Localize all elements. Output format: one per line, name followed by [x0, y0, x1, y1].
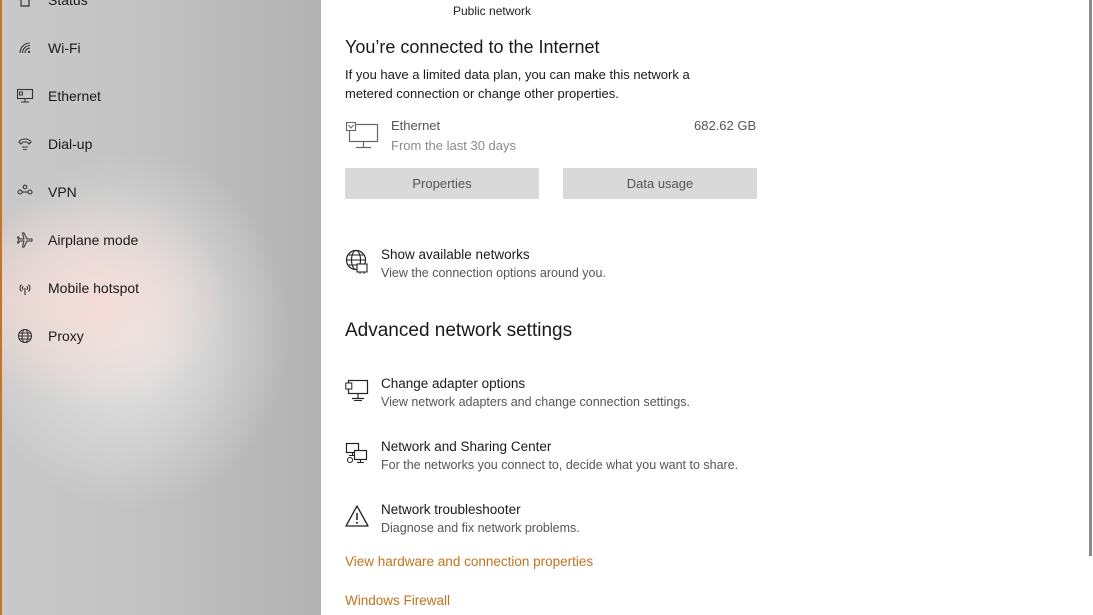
sidebar-item-label: Ethernet — [48, 88, 101, 104]
sidebar-item-airplane[interactable]: Airplane mode — [2, 220, 321, 260]
sidebar-item-wifi[interactable]: Wi-Fi — [2, 28, 321, 68]
data-usage-button[interactable]: Data usage — [563, 168, 757, 199]
view-hardware-properties-link[interactable]: View hardware and connection properties — [345, 554, 593, 569]
wifi-icon — [16, 39, 34, 57]
network-sharing-center-link[interactable]: Network and Sharing Center For the netwo… — [345, 439, 845, 483]
sidebar-item-dialup[interactable]: Dial-up — [2, 124, 321, 164]
change-adapter-options-link[interactable]: Change adapter options View network adap… — [345, 376, 845, 420]
sidebar-item-label: Proxy — [48, 328, 84, 344]
scrollbar-thumb[interactable] — [1089, 0, 1092, 556]
usage-period: From the last 30 days — [391, 138, 516, 153]
adapter-icon — [345, 378, 369, 402]
change-adapter-options-title: Change adapter options — [381, 376, 526, 391]
ethernet-icon — [16, 87, 34, 105]
globe-network-icon — [345, 249, 369, 274]
sidebar-item-label: Wi-Fi — [48, 40, 81, 56]
warning-icon — [345, 504, 369, 528]
sidebar-item-label: Status — [48, 0, 88, 8]
network-troubleshooter-title: Network troubleshooter — [381, 502, 521, 517]
sidebar-item-label: Mobile hotspot — [48, 280, 140, 296]
network-troubleshooter-link[interactable]: Network troubleshooter Diagnose and fix … — [345, 502, 845, 546]
usage-amount: 682.62 GB — [694, 118, 757, 133]
sidebar-item-label: VPN — [48, 184, 77, 200]
sidebar-item-mobile-hotspot[interactable]: Mobile hotspot — [2, 268, 321, 308]
network-type-label: Public network — [453, 4, 532, 18]
properties-button[interactable]: Properties — [345, 168, 539, 199]
advanced-settings-heading: Advanced network settings — [345, 320, 573, 341]
change-adapter-options-desc: View network adapters and change connect… — [381, 395, 690, 409]
vertical-scrollbar[interactable] — [1088, 0, 1093, 615]
show-available-networks-link[interactable]: Show available networks View the connect… — [345, 247, 845, 291]
sidebar: Status Wi-Fi Ethernet Dial-up VPN Airpla… — [2, 0, 321, 615]
sidebar-item-label: Airplane mode — [48, 232, 139, 248]
dialup-icon — [16, 135, 34, 153]
network-sharing-center-title: Network and Sharing Center — [381, 439, 552, 454]
home-status-icon — [16, 0, 34, 9]
main-content: Public network You’re connected to the I… — [321, 0, 1088, 615]
network-troubleshooter-desc: Diagnose and fix network problems. — [381, 521, 580, 535]
hotspot-icon — [16, 279, 34, 297]
sidebar-item-ethernet[interactable]: Ethernet — [2, 76, 321, 116]
sidebar-item-label: Dial-up — [48, 136, 93, 152]
connection-status-description: If you have a limited data plan, you can… — [345, 67, 690, 101]
sidebar-item-proxy[interactable]: Proxy — [2, 316, 321, 356]
connection-status-heading: You’re connected to the Internet — [345, 37, 600, 57]
windows-firewall-link[interactable]: Windows Firewall — [345, 593, 450, 608]
ethernet-usage-icon — [345, 121, 379, 151]
sidebar-item-vpn[interactable]: VPN — [2, 172, 321, 212]
vpn-icon — [16, 183, 34, 201]
usage-connection-name: Ethernet — [391, 118, 441, 133]
globe-icon — [16, 327, 34, 345]
network-sharing-center-desc: For the networks you connect to, decide … — [381, 458, 739, 472]
sidebar-item-status[interactable]: Status — [2, 0, 321, 20]
show-available-networks-desc: View the connection options around you. — [381, 266, 606, 280]
show-available-networks-title: Show available networks — [381, 247, 530, 262]
airplane-icon — [16, 231, 34, 249]
settings-window: Status Wi-Fi Ethernet Dial-up VPN Airpla… — [0, 0, 1093, 615]
sharing-center-icon — [345, 441, 369, 465]
